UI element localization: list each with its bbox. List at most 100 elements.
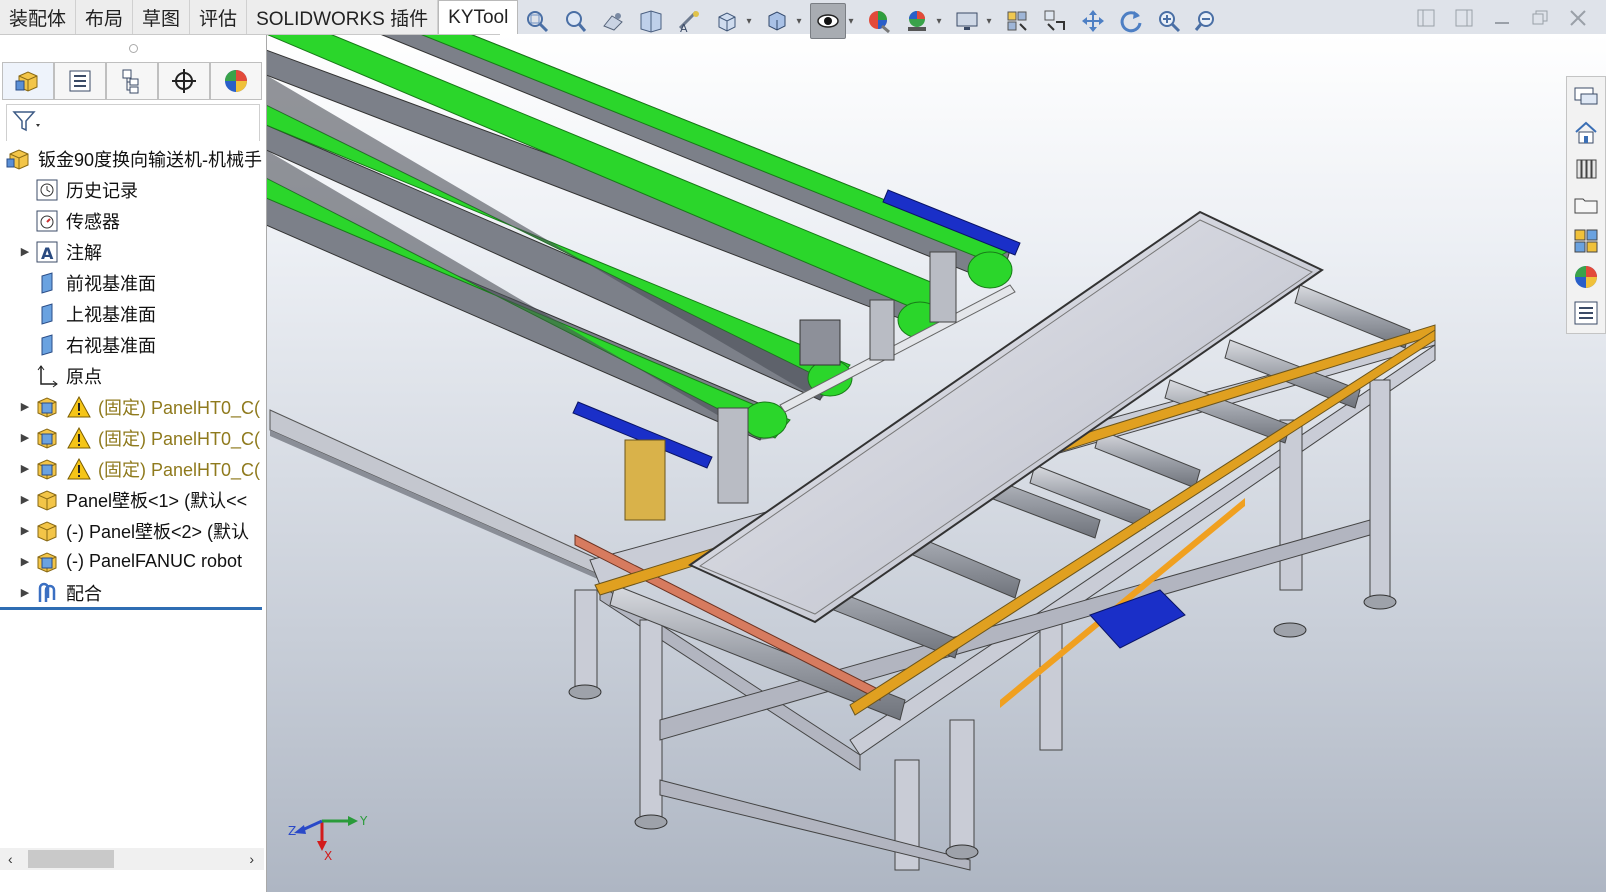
conveyor-model[interactable] — [266, 34, 1606, 892]
part-icon — [34, 394, 60, 420]
tree-item-label: 传感器 — [66, 211, 120, 232]
triad-z-label: Z — [288, 824, 296, 838]
restore-icon[interactable] — [1528, 6, 1552, 30]
tree-item-fixed-part-3[interactable]: ▶ (固定) PanelHT0_C( — [0, 453, 266, 484]
panel-grip[interactable] — [0, 34, 266, 62]
rollback-bar[interactable] — [0, 607, 262, 610]
tile-right-icon[interactable] — [1452, 6, 1476, 30]
tree-item-annotations[interactable]: ▶ A 注解 — [0, 236, 266, 267]
tab-sketch[interactable]: 草图 — [133, 0, 191, 34]
expand-arrow-icon[interactable]: ▶ — [16, 524, 34, 537]
zoom-to-area-icon[interactable] — [558, 4, 592, 38]
expand-arrow-icon[interactable]: ▶ — [16, 400, 34, 413]
appearances-icon[interactable] — [1569, 260, 1603, 294]
expand-arrow-icon[interactable]: ▶ — [16, 245, 34, 258]
hide-show-items-icon[interactable] — [810, 3, 846, 39]
tree-item-origin[interactable]: 原点 — [0, 360, 266, 391]
svg-text:A: A — [680, 22, 688, 34]
tree-root-assembly[interactable]: 钣金90度换向输送机-机械手 — [0, 143, 266, 174]
zoom-out-icon[interactable] — [1190, 4, 1224, 38]
tree-item-fixed-part-1[interactable]: ▶ (固定) PanelHT0_C( — [0, 391, 266, 422]
tree-item-label: 右视基准面 — [66, 335, 156, 356]
zoom-to-fit-icon[interactable] — [520, 4, 554, 38]
tile-left-icon[interactable] — [1414, 6, 1438, 30]
tree-item-label: 上视基准面 — [66, 304, 156, 325]
tab-layout[interactable]: 布局 — [76, 0, 134, 34]
minimize-icon[interactable] — [1490, 6, 1514, 30]
section-view-icon[interactable] — [634, 4, 668, 38]
file-explorer-icon[interactable] — [1569, 188, 1603, 222]
chevron-down-icon[interactable]: ▾ — [984, 4, 994, 38]
zoom-in-icon[interactable] — [1152, 4, 1186, 38]
dimxpert-manager-tab[interactable] — [158, 62, 210, 100]
tree-item-label: 配合 — [66, 583, 102, 604]
tab-evaluate[interactable]: 评估 — [190, 0, 248, 34]
tree-item-right-plane[interactable]: 右视基准面 — [0, 329, 266, 360]
graphics-area[interactable]: X Y Z — [266, 34, 1606, 892]
triad-x-label: X — [324, 849, 332, 861]
custom-properties-icon[interactable] — [1569, 296, 1603, 330]
part-icon — [34, 549, 60, 575]
property-manager-tab[interactable] — [54, 62, 106, 100]
move-icon[interactable] — [1076, 4, 1110, 38]
chevron-down-icon[interactable]: ▾ — [934, 4, 944, 38]
expand-arrow-icon[interactable]: ▶ — [16, 555, 34, 568]
chevron-down-icon[interactable]: ▾ — [744, 4, 754, 38]
tree-item-history[interactable]: 历史记录 — [0, 174, 266, 205]
plane-icon — [34, 332, 60, 358]
tree-item-front-plane[interactable]: 前视基准面 — [0, 267, 266, 298]
tree-filter-bar — [6, 104, 260, 141]
previous-view-icon[interactable] — [596, 4, 630, 38]
warning-icon — [66, 395, 92, 419]
tree-item-mates[interactable]: ▶ 配合 — [0, 577, 266, 608]
scroll-left-icon[interactable]: ‹ — [0, 851, 13, 867]
pan-icon[interactable] — [1038, 4, 1072, 38]
tree-item-sensors[interactable]: 传感器 — [0, 205, 266, 236]
tree-item-fixed-part-2[interactable]: ▶ (固定) PanelHT0_C( — [0, 422, 266, 453]
tree-item-panel-1[interactable]: ▶ Panel壁板<1> (默认<< — [0, 484, 266, 515]
view-orientation-icon[interactable] — [710, 4, 744, 38]
display-style-icon[interactable] — [760, 4, 794, 38]
tab-assembly[interactable]: 装配体 — [0, 0, 77, 34]
triad-y-label: Y — [359, 814, 368, 828]
scroll-right-icon[interactable]: › — [249, 851, 264, 867]
chevron-down-icon[interactable]: ▾ — [846, 4, 856, 38]
tree-item-panel-2[interactable]: ▶ (-) Panel壁板<2> (默认 — [0, 515, 266, 546]
window-controls — [1414, 6, 1590, 30]
solidworks-resources-icon[interactable] — [1569, 80, 1603, 114]
sensor-icon — [34, 208, 60, 234]
tab-kytool[interactable]: KYTool — [438, 0, 519, 34]
rotate-icon[interactable] — [1114, 4, 1148, 38]
home-icon[interactable] — [1569, 116, 1603, 150]
tree-item-label: (固定) PanelHT0_C( — [98, 397, 261, 418]
chevron-down-icon[interactable]: ▾ — [794, 4, 804, 38]
feature-tree-tab[interactable] — [2, 62, 54, 100]
expand-arrow-icon[interactable]: ▶ — [16, 462, 34, 475]
task-pane-tabs — [1566, 76, 1606, 334]
scrollbar-thumb[interactable] — [28, 850, 114, 868]
view-settings-icon[interactable] — [950, 4, 984, 38]
history-icon — [34, 177, 60, 203]
filter-icon[interactable] — [11, 108, 41, 139]
tree-item-label: (固定) PanelHT0_C( — [98, 459, 261, 480]
dynamic-annotation-icon[interactable]: A — [672, 4, 706, 38]
close-icon[interactable] — [1566, 6, 1590, 30]
view-palette-icon[interactable] — [1569, 224, 1603, 258]
tree-item-top-plane[interactable]: 上视基准面 — [0, 298, 266, 329]
expand-arrow-icon[interactable]: ▶ — [16, 586, 34, 599]
expand-arrow-icon[interactable]: ▶ — [16, 493, 34, 506]
horizontal-scrollbar[interactable]: ‹ › — [0, 848, 264, 870]
feature-manager-tabs — [2, 62, 266, 100]
edit-appearance-icon[interactable] — [862, 4, 896, 38]
display-manager-tab[interactable] — [210, 62, 262, 100]
rotate-view-icon[interactable] — [1000, 4, 1034, 38]
design-library-icon[interactable] — [1569, 152, 1603, 186]
tab-solidworks-addins[interactable]: SOLIDWORKS 插件 — [247, 0, 439, 34]
coordinate-triad: X Y Z — [286, 801, 376, 866]
expand-arrow-icon[interactable]: ▶ — [16, 431, 34, 444]
part-icon — [34, 456, 60, 482]
tree-item-label: 历史记录 — [66, 180, 138, 201]
configuration-manager-tab[interactable] — [106, 62, 158, 100]
apply-scene-icon[interactable] — [900, 4, 934, 38]
tree-item-fanuc-robot[interactable]: ▶ (-) PanelFANUC robot — [0, 546, 266, 577]
